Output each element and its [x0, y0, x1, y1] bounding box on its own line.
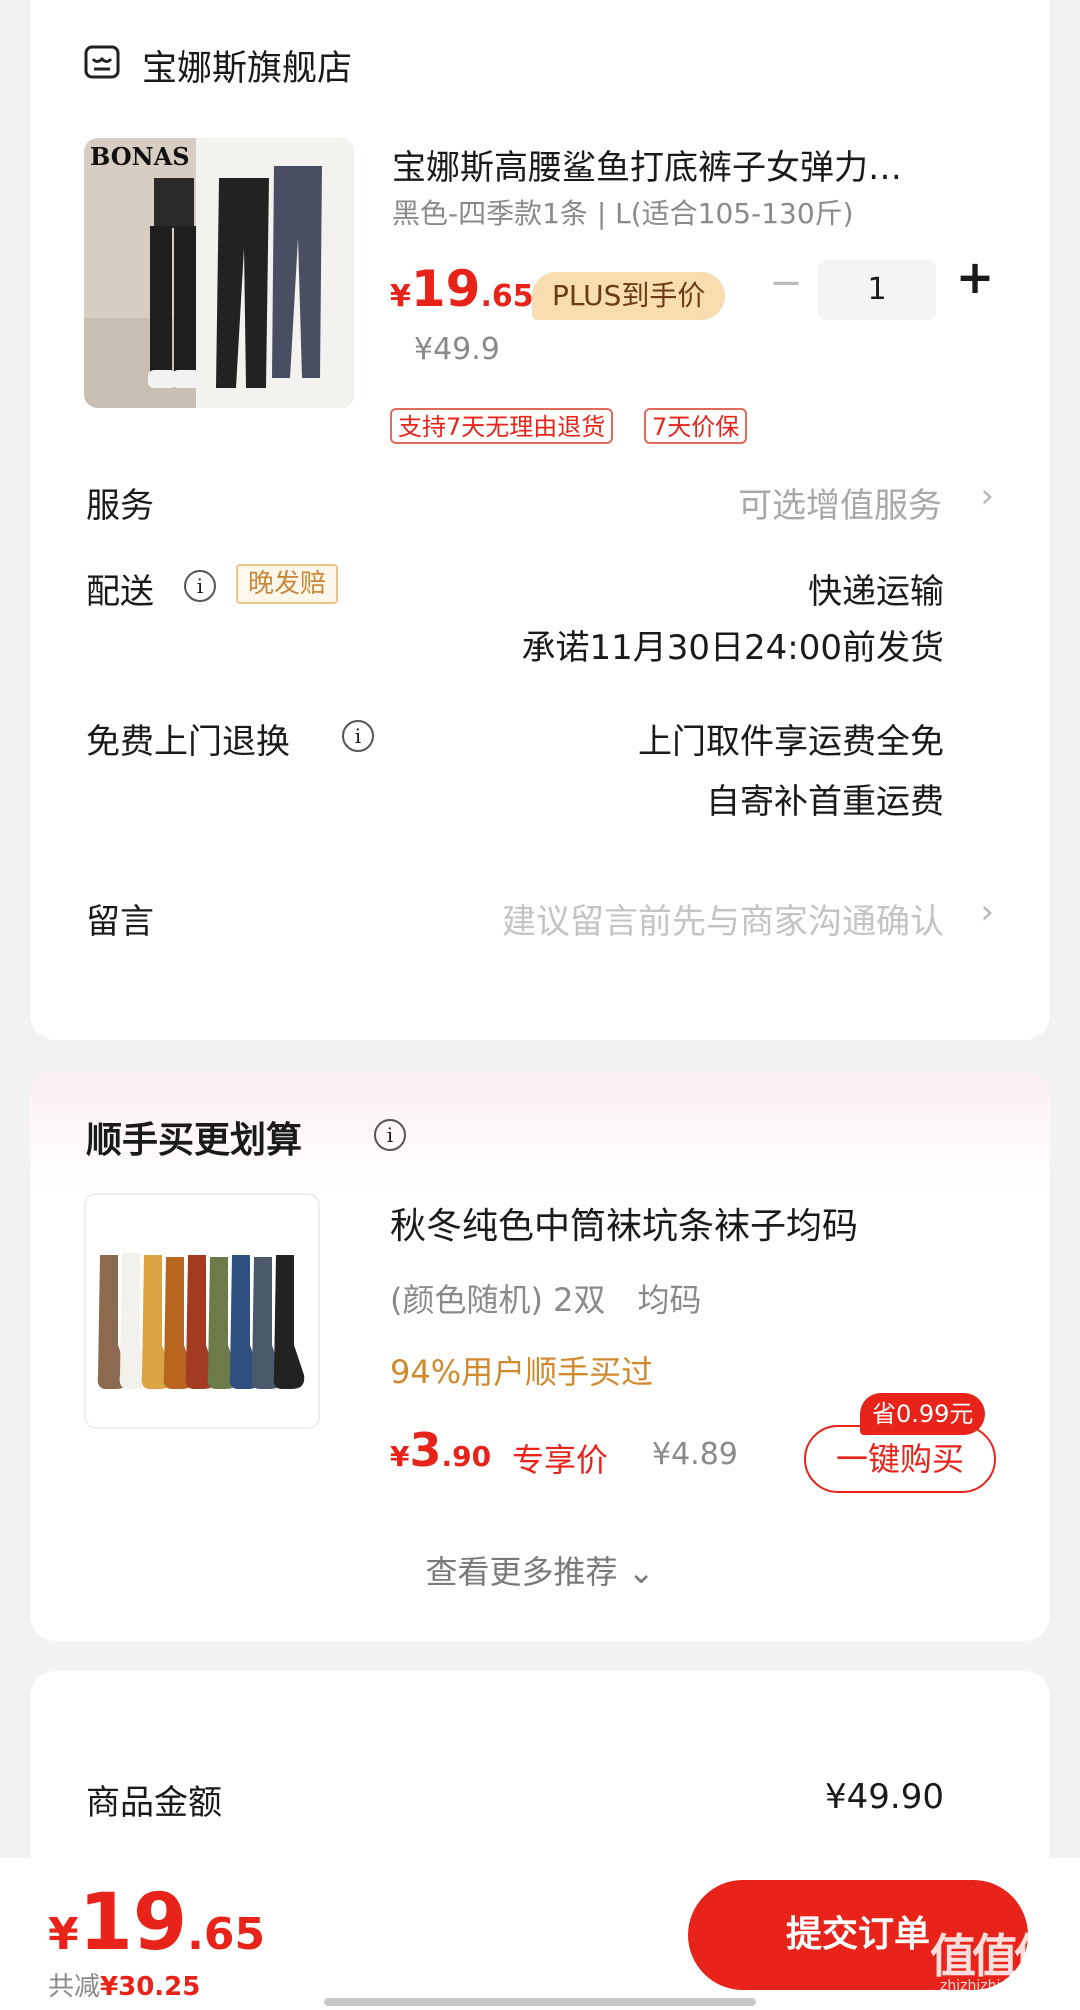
socks-image[interactable] — [84, 1193, 320, 1429]
delivery-method: 快递运输 — [808, 572, 944, 612]
return-policy-tag: 支持7天无理由退货 — [390, 408, 614, 444]
product-price: ¥19.65 — [390, 260, 534, 318]
self-ship-text: 自寄补首重运费 — [706, 782, 944, 822]
currency-symbol: ¥ — [390, 279, 411, 314]
original-price: ¥49.9 — [414, 332, 500, 367]
product-spec[interactable]: 黑色-四季款1条 | L(适合105-130斤) — [392, 192, 854, 232]
home-indicator[interactable] — [324, 1998, 756, 2006]
service-value[interactable]: 可选增值服务 — [738, 478, 942, 527]
addon-price: ¥3.90 — [390, 1423, 491, 1477]
chevron-right-icon[interactable]: › — [980, 892, 994, 932]
addon-recommend-card: 顺手买更划算 i 秋冬纯色中筒袜坑条袜子均码 (颜色随机) 2双 均码 94%用户… — [30, 1071, 1050, 1641]
addon-spec-color: (颜色随机) 2双 — [390, 1281, 606, 1319]
increase-quantity-button[interactable]: + — [950, 250, 1000, 304]
watermark-url: zhizhizhi.com — [940, 1978, 1035, 1994]
store-name[interactable]: 宝娜斯旗舰店 — [142, 40, 352, 91]
order-item-card: 宝娜斯旗舰店 BONAS 宝娜斯高腰鲨鱼打底裤子女弹力… 黑色-四季款1条 | … — [30, 0, 1050, 1040]
exclusive-price-label: 专享价 — [512, 1441, 609, 1479]
total-reduction[interactable]: 共减¥30.25 — [48, 1966, 200, 2003]
save-badge: 省0.99元 — [860, 1393, 986, 1435]
currency-symbol: ¥ — [48, 1909, 79, 1960]
see-more-button[interactable]: 查看更多推荐 ⌄ — [30, 1547, 1050, 1593]
see-more-label: 查看更多推荐 — [425, 1553, 618, 1591]
delivery-promise: 承诺11月30日24:00前发货 — [521, 628, 944, 668]
pickup-free-text: 上门取件享运费全免 — [638, 722, 944, 762]
addon-spec[interactable]: (颜色随机) 2双 均码 — [390, 1275, 702, 1321]
total-price: ¥19.65 — [48, 1878, 265, 1968]
info-icon[interactable]: i — [184, 570, 216, 602]
currency-symbol: ¥ — [390, 1440, 410, 1473]
reduction-value: ¥30.25 — [100, 1972, 201, 2002]
checkout-bar: ¥19.65 共减¥30.25 提交订单 — [0, 1858, 1080, 2010]
delivery-label: 配送 — [86, 572, 154, 612]
section-title: 顺手买更划算 — [86, 1120, 303, 1161]
price-decimal: .65 — [187, 1909, 266, 1960]
brand-logo-text: BONAS — [90, 142, 190, 171]
price-integer: 19 — [78, 1878, 188, 1968]
chevron-right-icon[interactable]: › — [980, 476, 994, 516]
goods-amount-label: 商品金额 — [86, 1783, 222, 1823]
late-compensation-badge: 晚发赔 — [236, 564, 339, 604]
addon-popularity: 94%用户顺手买过 — [390, 1353, 654, 1391]
message-label: 留言 — [86, 902, 154, 942]
addon-original-price: ¥4.89 — [652, 1437, 738, 1472]
decrease-quantity-button[interactable]: − — [766, 260, 806, 306]
service-label: 服务 — [86, 486, 154, 526]
quantity-input[interactable]: 1 — [818, 260, 936, 320]
price-integer: 3 — [409, 1423, 442, 1477]
store-icon — [84, 45, 120, 79]
message-input[interactable]: 建议留言前先与商家沟通确认 — [502, 894, 944, 943]
price-protect-tag: 7天价保 — [644, 408, 748, 444]
price-decimal: .90 — [441, 1440, 492, 1473]
info-icon[interactable]: i — [342, 720, 374, 752]
plus-price-badge: PLUS到手价 — [532, 272, 726, 320]
addon-title[interactable]: 秋冬纯色中筒袜坑条袜子均码 — [390, 1197, 858, 1249]
goods-amount-value: ¥49.90 — [825, 1777, 944, 1817]
chevron-down-icon: ⌄ — [627, 1553, 655, 1591]
free-return-label: 免费上门退换 — [86, 722, 290, 762]
product-image[interactable]: BONAS — [84, 138, 354, 408]
reduction-label: 共减 — [48, 1972, 101, 2002]
price-integer: 19 — [410, 260, 481, 318]
watermark-logo: 值值值 — [930, 1929, 1060, 1983]
addon-spec-size: 均码 — [637, 1281, 702, 1319]
one-click-buy-button[interactable]: 一键购买 — [804, 1425, 996, 1493]
price-decimal: .65 — [480, 279, 534, 314]
product-title[interactable]: 宝娜斯高腰鲨鱼打底裤子女弹力… — [392, 140, 1012, 189]
info-icon[interactable]: i — [374, 1119, 406, 1151]
